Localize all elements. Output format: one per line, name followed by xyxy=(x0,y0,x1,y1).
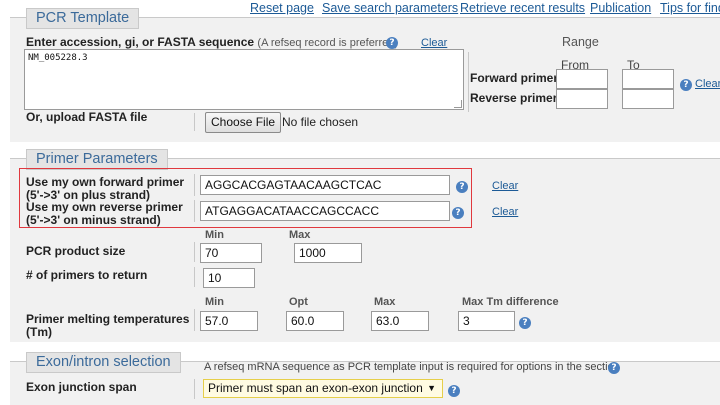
product-size-label: PCR product size xyxy=(26,244,126,258)
reverse-primer-clear-link[interactable]: Clear xyxy=(492,206,518,218)
num-primers-label: # of primers to return xyxy=(26,268,148,282)
forward-divider xyxy=(194,174,195,196)
range-divider xyxy=(468,52,469,112)
exon-junction-select[interactable]: Primer must span an exon-exon junction ▼ xyxy=(203,379,443,398)
product-size-min-input[interactable]: 70 xyxy=(200,243,262,263)
sequence-textarea-value: NM_005228.3 xyxy=(28,53,88,63)
range-forward-label: Forward primer xyxy=(470,71,559,85)
no-file-chosen-text: No file chosen xyxy=(282,115,359,129)
forward-to-input[interactable] xyxy=(622,69,674,89)
product-size-divider xyxy=(194,242,195,262)
sequence-entry-label: Enter accession, gi, or FASTA sequence (… xyxy=(26,36,398,50)
help-icon[interactable]: ? xyxy=(519,317,531,329)
help-icon[interactable]: ? xyxy=(456,181,468,193)
forward-primer-input[interactable]: AGGCACGAGTAACAAGCTCAC xyxy=(200,175,450,195)
tm-min-header: Min xyxy=(205,296,224,308)
sequence-textarea[interactable]: NM_005228.3 xyxy=(24,49,464,110)
product-size-max-header: Max xyxy=(289,229,311,241)
reverse-to-input[interactable] xyxy=(622,89,674,109)
reverse-primer-input[interactable]: ATGAGGACATAACCAGCCACC xyxy=(200,201,450,221)
choose-file-button[interactable]: Choose File xyxy=(205,112,282,133)
save-search-parameters-link[interactable]: Save search parameters xyxy=(322,1,458,15)
upload-divider xyxy=(194,113,195,131)
forward-from-input[interactable] xyxy=(556,69,608,89)
tm-max-input[interactable]: 63.0 xyxy=(371,311,429,331)
exon-junction-select-value: Primer must span an exon-exon junction xyxy=(208,381,423,395)
help-icon[interactable]: ? xyxy=(680,79,692,91)
reverse-divider xyxy=(194,200,195,222)
help-icon[interactable]: ? xyxy=(608,362,620,374)
upload-fasta-label: Or, upload FASTA file xyxy=(26,110,148,124)
retrieve-recent-results-link[interactable]: Retrieve recent results xyxy=(460,1,585,15)
exon-junction-label: Exon junction span xyxy=(26,380,137,394)
tm-difference-input[interactable]: 3 xyxy=(458,311,515,331)
help-icon[interactable]: ? xyxy=(448,385,460,397)
pcr-template-title: PCR Template xyxy=(26,8,140,29)
num-primers-input[interactable]: 10 xyxy=(203,268,255,288)
tm-min-input[interactable]: 57.0 xyxy=(200,311,258,331)
range-reverse-label: Reverse primer xyxy=(470,91,558,105)
reverse-primer-label-sub: (5'->3' on minus strand) xyxy=(26,213,161,227)
tm-opt-input[interactable]: 60.0 xyxy=(286,311,344,331)
publication-link[interactable]: Publication xyxy=(590,1,651,15)
dropdown-arrow-icon: ▼ xyxy=(427,383,436,393)
tm-label-line2: (Tm) xyxy=(26,325,52,339)
tips-link[interactable]: Tips for find xyxy=(660,1,720,15)
help-icon[interactable]: ? xyxy=(452,207,464,219)
product-size-max-input[interactable]: 1000 xyxy=(294,243,362,263)
tm-opt-header: Opt xyxy=(289,296,308,308)
primer-parameters-title: Primer Parameters xyxy=(26,149,168,170)
help-icon[interactable]: ? xyxy=(386,37,398,49)
tm-difference-header: Max Tm difference xyxy=(462,296,559,308)
reset-page-link[interactable]: Reset page xyxy=(250,1,314,15)
range-clear-link[interactable]: Clear xyxy=(695,78,720,90)
product-size-min-header: Min xyxy=(205,229,224,241)
exon-junction-divider xyxy=(194,379,195,399)
reverse-primer-label: Use my own reverse primer (5'->3' on min… xyxy=(26,201,183,227)
sequence-clear-link[interactable]: Clear xyxy=(421,37,447,49)
range-title: Range xyxy=(562,35,599,49)
forward-primer-label: Use my own forward primer (5'->3' on plu… xyxy=(26,176,184,202)
tm-label: Primer melting temperatures (Tm) xyxy=(26,313,189,339)
reverse-from-input[interactable] xyxy=(556,89,608,109)
exon-intron-title: Exon/intron selection xyxy=(26,352,181,373)
forward-primer-clear-link[interactable]: Clear xyxy=(492,180,518,192)
textarea-resize-handle[interactable] xyxy=(454,100,462,108)
sequence-entry-note: (A refseq record is preferred) xyxy=(257,37,399,49)
num-primers-divider xyxy=(194,267,195,287)
exon-section-note: A refseq mRNA sequence as PCR template i… xyxy=(204,361,620,373)
sequence-entry-label-text: Enter accession, gi, or FASTA sequence xyxy=(26,35,255,49)
tm-divider xyxy=(194,309,195,331)
tm-max-header: Max xyxy=(374,296,396,308)
